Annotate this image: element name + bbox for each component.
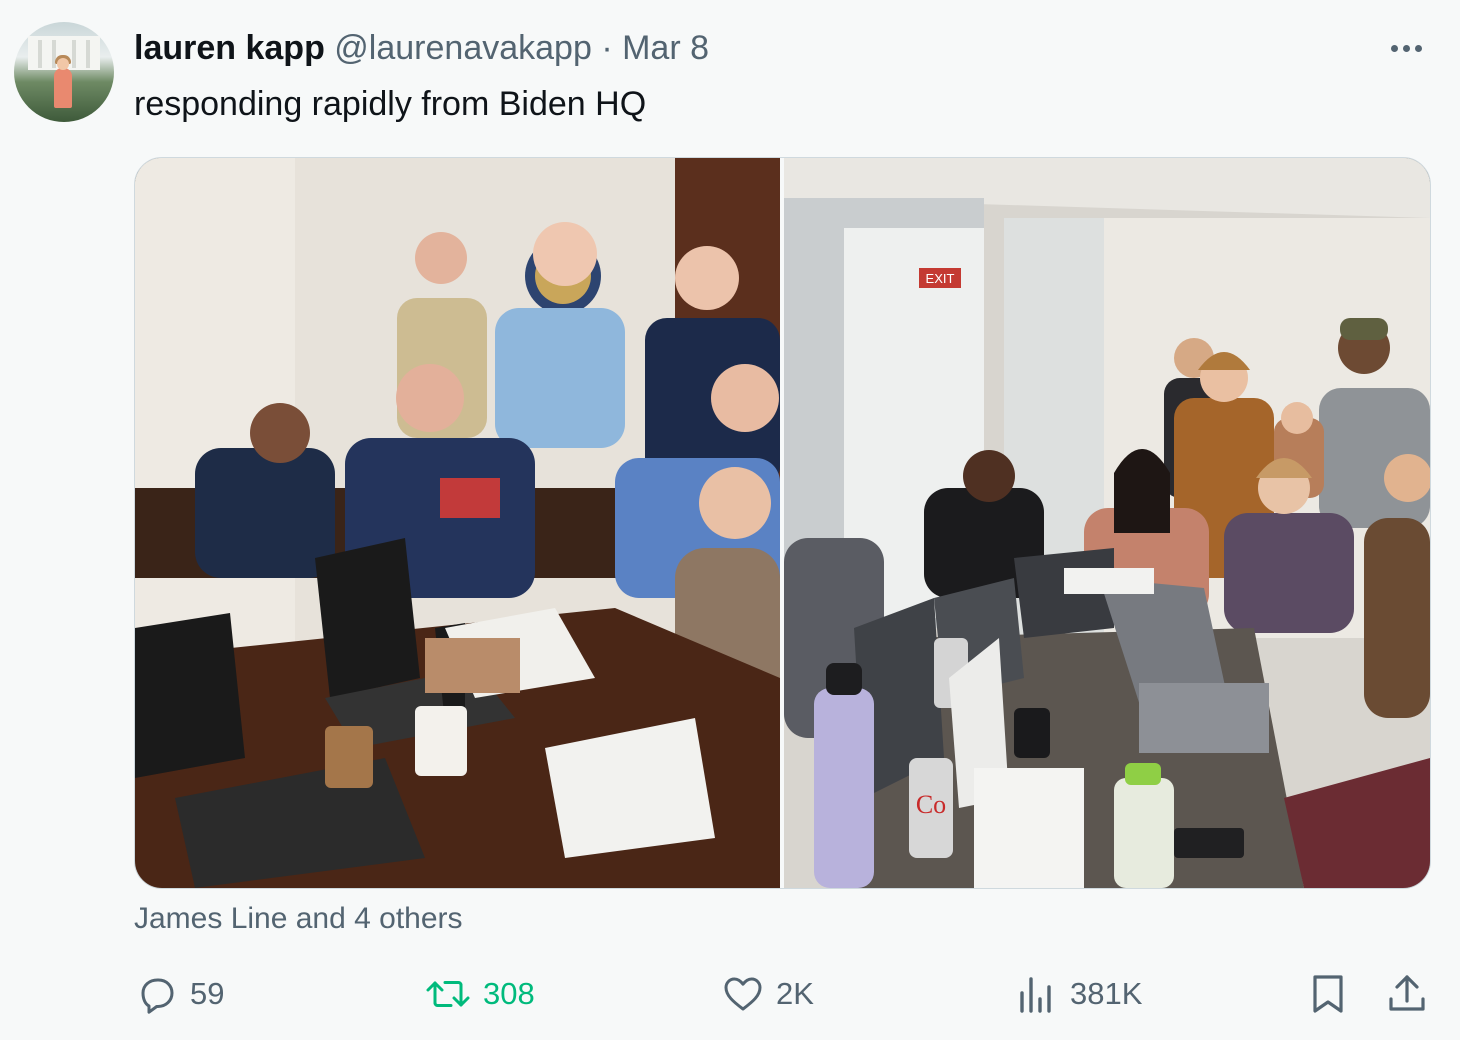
repost-count: 308 (483, 976, 535, 1011)
campaign-office-illustration: EXIT Co (784, 158, 1430, 888)
heart-icon (720, 971, 766, 1017)
like-button[interactable]: 2K (720, 970, 814, 1018)
reply-button[interactable]: 59 (134, 970, 224, 1018)
avatar-head (57, 58, 69, 70)
view-count: 381K (1070, 976, 1143, 1011)
reply-icon (134, 971, 180, 1017)
reply-count: 59 (190, 976, 225, 1011)
tweet-text: responding rapidly from Biden HQ (134, 85, 647, 123)
tweet-actions: 59 308 2K 381K (0, 970, 1460, 1020)
tweet-date[interactable]: Mar 8 (622, 29, 709, 67)
avatar-column (86, 40, 90, 68)
analytics-icon (1014, 971, 1060, 1017)
bookmark-button[interactable] (1306, 970, 1352, 1018)
author-handle[interactable]: @laurenavakapp (334, 29, 592, 67)
avatar-column (38, 40, 42, 68)
tweet-header: lauren kapp @laurenavakapp · Mar 8 (134, 26, 709, 70)
tweet-media[interactable]: EXIT Co (134, 157, 1431, 889)
author-name[interactable]: lauren kapp (134, 29, 325, 67)
avatar[interactable] (14, 22, 114, 122)
share-button[interactable] (1384, 970, 1430, 1018)
bookmark-icon (1306, 971, 1352, 1017)
avatar-figure (54, 68, 72, 108)
repost-icon (423, 971, 473, 1017)
share-icon (1384, 971, 1430, 1017)
svg-text:Co: Co (916, 790, 946, 819)
avatar-column (72, 40, 76, 68)
more-options-icon[interactable] (1384, 36, 1428, 60)
campaign-office-photo[interactable]: EXIT Co (784, 158, 1430, 888)
views-button[interactable]: 381K (1014, 970, 1142, 1018)
separator-dot: · (601, 29, 613, 67)
repost-button[interactable]: 308 (423, 970, 535, 1018)
exit-sign: EXIT (926, 271, 955, 286)
like-count: 2K (776, 976, 814, 1011)
tweet: lauren kapp @laurenavakapp · Mar 8 respo… (0, 0, 1460, 1040)
liked-by-text[interactable]: James Line and 4 others (134, 899, 463, 939)
situation-room-photo[interactable] (135, 158, 780, 888)
situation-room-illustration (135, 158, 780, 888)
